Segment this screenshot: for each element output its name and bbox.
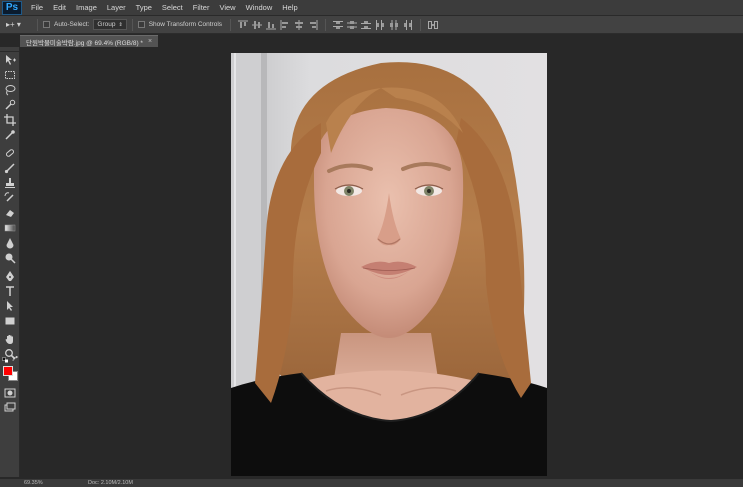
lasso-tool-icon[interactable]: [3, 83, 17, 96]
crop-tool-icon[interactable]: [3, 113, 17, 126]
panel-grip[interactable]: [0, 47, 19, 52]
menu-image[interactable]: Image: [71, 0, 102, 16]
divider: [325, 18, 327, 31]
menu-select[interactable]: Select: [157, 0, 188, 16]
tool-preset-picker[interactable]: ▸+ ▾: [6, 18, 32, 32]
auto-select-checkbox[interactable]: [43, 21, 50, 28]
marquee-tool-icon[interactable]: [3, 68, 17, 81]
divider: [37, 18, 38, 31]
divider: [420, 18, 422, 31]
hand-tool-icon[interactable]: [3, 332, 17, 345]
zoom-level[interactable]: 69.35%: [24, 480, 48, 486]
align-left-edges-icon[interactable]: [280, 19, 290, 30]
menu-layer[interactable]: Layer: [102, 0, 131, 16]
menu-help[interactable]: Help: [277, 0, 302, 16]
distribute-vertical-centers-icon[interactable]: [347, 20, 358, 30]
history-brush-tool-icon[interactable]: [3, 191, 17, 204]
distribute-left-edges-icon[interactable]: [375, 19, 385, 30]
align-horizontal-centers-icon[interactable]: [294, 19, 304, 30]
blur-tool-icon[interactable]: [3, 236, 17, 249]
chevron-updown-icon: ⇕: [118, 21, 123, 28]
auto-align-layers-icon[interactable]: [428, 20, 439, 30]
options-bar: ▸+ ▾ Auto-Select: Group ⇕ Show Transform…: [0, 16, 743, 34]
close-icon[interactable]: ×: [148, 38, 152, 45]
show-transform-checkbox[interactable]: [137, 21, 145, 28]
align-top-edges-icon[interactable]: [238, 20, 249, 30]
menu-view[interactable]: View: [214, 0, 240, 16]
align-vertical-centers-icon[interactable]: [252, 20, 263, 30]
swap-colors-icon[interactable]: [11, 356, 19, 362]
document-info: Doc: 2.10M/2.10M: [88, 480, 133, 486]
quick-selection-tool-icon[interactable]: [3, 98, 17, 111]
pen-tool-icon[interactable]: [3, 269, 17, 282]
divider: [230, 18, 232, 31]
eraser-tool-icon[interactable]: [3, 206, 17, 219]
menu-window[interactable]: Window: [241, 0, 278, 16]
eyedropper-tool-icon[interactable]: [3, 128, 17, 141]
quick-mask-icon[interactable]: [3, 386, 17, 399]
portrait-photo: [231, 53, 547, 476]
menu-type[interactable]: Type: [131, 0, 157, 16]
distribute-bottom-edges-icon[interactable]: [361, 20, 372, 30]
distribute-horizontal-centers-icon[interactable]: [389, 19, 399, 30]
brush-tool-icon[interactable]: [3, 161, 17, 174]
type-tool-icon[interactable]: [3, 284, 17, 297]
divider: [131, 18, 133, 31]
distribute-top-edges-icon[interactable]: [333, 20, 344, 30]
tools-panel: [0, 47, 20, 477]
screen-mode-icon[interactable]: [3, 401, 17, 414]
align-right-edges-icon[interactable]: [308, 19, 318, 30]
menu-edit[interactable]: Edit: [48, 0, 71, 16]
dodge-tool-icon[interactable]: [3, 251, 17, 264]
menu-file[interactable]: File: [26, 0, 48, 16]
auto-select-label: Auto-Select:: [54, 21, 90, 28]
path-selection-tool-icon[interactable]: [3, 299, 17, 312]
document-tab[interactable]: 단원박물미술박람.jpg @ 69.4% (RGB/8) * ×: [20, 35, 159, 47]
document-tab-bar: 단원박물미술박람.jpg @ 69.4% (RGB/8) * ×: [20, 35, 159, 47]
foreground-color-swatch[interactable]: [3, 366, 13, 376]
status-bar: 69.35% Doc: 2.10M/2.10M: [0, 479, 743, 487]
auto-select-dropdown[interactable]: Group ⇕: [93, 19, 127, 30]
move-tool-icon[interactable]: [3, 53, 17, 66]
photoshop-logo: Ps: [2, 0, 22, 15]
show-transform-label: Show Transform Controls: [148, 21, 223, 28]
clone-stamp-tool-icon[interactable]: [3, 176, 17, 189]
distribute-right-edges-icon[interactable]: [403, 19, 413, 30]
rectangle-tool-icon[interactable]: [3, 314, 17, 327]
healing-brush-tool-icon[interactable]: [3, 146, 17, 159]
default-colors-icon[interactable]: [1, 357, 9, 363]
auto-select-value: Group: [97, 21, 116, 28]
gradient-tool-icon[interactable]: [3, 221, 17, 234]
menu-filter[interactable]: Filter: [188, 0, 215, 16]
menu-bar: Ps File Edit Image Layer Type Select Fil…: [0, 0, 743, 16]
canvas-image[interactable]: [231, 53, 547, 476]
document-tab-title: 단원박물미술박람.jpg @ 69.4% (RGB/8) *: [26, 39, 143, 47]
align-bottom-edges-icon[interactable]: [266, 20, 277, 30]
